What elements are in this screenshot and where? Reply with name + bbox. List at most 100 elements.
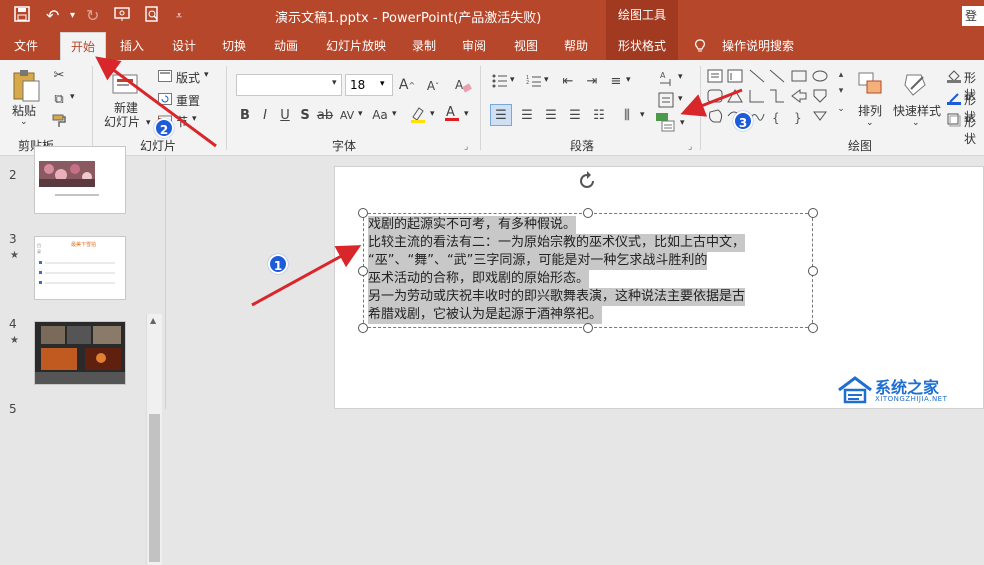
align-text-dropdown-icon[interactable]: ▾ <box>678 94 683 104</box>
new-slide-icon[interactable] <box>108 66 142 100</box>
layout-dropdown-icon[interactable]: ▾ <box>204 70 209 80</box>
tab-home[interactable]: 开始 <box>60 32 106 60</box>
undo-dropdown-icon[interactable]: ▾ <box>70 10 75 21</box>
align-right-icon[interactable]: ☰ <box>540 104 562 126</box>
text-direction-dropdown-icon[interactable]: ▾ <box>678 72 683 82</box>
font-name-combobox[interactable] <box>236 74 342 96</box>
text-line[interactable]: 比较主流的看法有二：一为原始宗教的巫术仪式，比如上古中文， <box>368 234 746 252</box>
tab-file[interactable]: 文件 <box>6 32 46 60</box>
resize-handle-right[interactable] <box>808 266 818 276</box>
slide-thumbnail-4[interactable] <box>34 321 126 385</box>
decrease-indent-icon[interactable]: ⇤ <box>558 72 578 90</box>
resize-handle-top-right[interactable] <box>808 208 818 218</box>
shape-effects-button[interactable]: 形状 <box>964 113 984 147</box>
tell-me-search[interactable]: 操作说明搜索 <box>716 32 800 60</box>
distributed-icon[interactable]: ☷ <box>588 104 610 126</box>
convert-to-smartart-icon[interactable] <box>654 110 678 134</box>
align-left-icon[interactable]: ☰ <box>490 104 512 126</box>
tab-slideshow[interactable]: 幻灯片放映 <box>318 32 394 60</box>
slide-thumbnail-3[interactable]: 最美下雪拍 目 录 <box>34 236 126 300</box>
format-painter-icon[interactable] <box>50 112 68 130</box>
tab-view[interactable]: 视图 <box>506 32 546 60</box>
slide-thumbnail-2[interactable] <box>34 146 126 214</box>
resize-handle-bottom-left[interactable] <box>358 323 368 333</box>
shapes-scroll-up-icon[interactable]: ▴ <box>834 68 848 82</box>
smartart-dropdown-icon[interactable]: ▾ <box>680 118 685 128</box>
shapes-gallery[interactable]: { } <box>706 68 830 132</box>
bullets-dropdown-icon[interactable]: ▾ <box>510 75 515 85</box>
italic-icon[interactable]: I <box>256 106 274 124</box>
quick-styles-button[interactable]: 快速样式 <box>893 102 941 119</box>
decrease-font-size-icon[interactable]: Aˇ <box>424 76 442 96</box>
text-line[interactable]: 戏剧的起源实不可考，有多种假说。 <box>368 216 577 234</box>
scrollbar-thumb[interactable] <box>149 414 160 562</box>
tab-shape-format[interactable]: 形状格式 <box>606 32 678 60</box>
tab-help[interactable]: 帮助 <box>556 32 596 60</box>
section-button[interactable]: 节 <box>176 113 188 130</box>
resize-handle-bottom[interactable] <box>583 323 593 333</box>
font-size-dropdown-icon[interactable]: ▾ <box>380 79 385 89</box>
character-spacing-dropdown-icon[interactable]: ▾ <box>358 109 363 119</box>
tab-insert[interactable]: 插入 <box>112 32 152 60</box>
font-launcher-icon[interactable]: ⌟ <box>464 142 468 152</box>
align-text-icon[interactable] <box>656 90 676 110</box>
font-color-dropdown-icon[interactable]: ▾ <box>464 109 469 119</box>
character-spacing-icon[interactable]: AV <box>336 106 358 124</box>
shape-fill-icon[interactable] <box>946 68 962 84</box>
customize-toolbar-icon[interactable]: ⩡ <box>176 9 182 23</box>
increase-indent-icon[interactable]: ⇥ <box>582 72 602 90</box>
arrange-dropdown-icon[interactable]: ⌄ <box>866 118 874 128</box>
strikethrough-icon[interactable]: ab <box>316 106 334 124</box>
redo-icon[interactable]: ↻ <box>86 6 99 25</box>
rotate-handle-icon[interactable] <box>576 170 598 192</box>
font-color-icon[interactable]: A <box>442 102 462 124</box>
resize-handle-left[interactable] <box>358 266 368 276</box>
increase-font-size-icon[interactable]: A ^ <box>398 74 416 96</box>
justify-icon[interactable]: ☰ <box>564 104 586 126</box>
quick-styles-dropdown-icon[interactable]: ⌄ <box>912 118 920 128</box>
resize-handle-top-left[interactable] <box>358 208 368 218</box>
tab-review[interactable]: 审阅 <box>454 32 494 60</box>
text-line[interactable]: 另一为劳动或庆祝丰收时的即兴歌舞表演，这种说法主要依据是古 <box>368 288 746 306</box>
tab-record[interactable]: 录制 <box>404 32 444 60</box>
tab-design[interactable]: 设计 <box>164 32 204 60</box>
line-spacing-dropdown-icon[interactable]: ▾ <box>626 75 631 85</box>
highlight-dropdown-icon[interactable]: ▾ <box>430 109 435 119</box>
new-slide-button[interactable]: 新建 幻灯片 <box>104 101 140 129</box>
numbering-icon[interactable]: 12 <box>524 72 544 90</box>
shape-effects-icon[interactable] <box>946 112 962 128</box>
arrange-button[interactable]: 排列 <box>858 102 882 119</box>
clear-formatting-icon[interactable]: A <box>452 74 474 96</box>
reset-icon[interactable] <box>157 91 173 107</box>
login-button[interactable]: 登 <box>962 6 984 26</box>
bold-icon[interactable]: B <box>236 106 254 124</box>
new-slide-dropdown-icon[interactable]: ▾ <box>146 118 151 128</box>
bullets-icon[interactable] <box>490 72 510 90</box>
numbering-dropdown-icon[interactable]: ▾ <box>544 75 549 85</box>
tab-animations[interactable]: 动画 <box>266 32 306 60</box>
text-line[interactable]: “巫”、“舞”、“武”三字同源，可能是对一种乞求战斗胜利的 <box>368 252 708 270</box>
text-line[interactable]: 希腊戏剧，它被认为是起源于酒神祭祀。 <box>368 306 603 324</box>
columns-icon[interactable]: ⫼ <box>616 104 638 126</box>
underline-icon[interactable]: U <box>276 106 294 124</box>
layout-button[interactable]: 版式 <box>176 69 200 86</box>
text-direction-icon[interactable]: A <box>656 68 676 88</box>
save-icon[interactable] <box>14 6 30 26</box>
text-line[interactable]: 巫术活动的合称，即戏剧的原始形态。 <box>368 270 590 288</box>
quick-styles-icon[interactable] <box>900 70 930 100</box>
highlight-icon[interactable] <box>408 104 428 124</box>
line-spacing-icon[interactable]: ≡ <box>606 72 626 90</box>
font-name-dropdown-icon[interactable]: ▾ <box>332 78 337 88</box>
change-case-icon[interactable]: Aa <box>370 106 390 124</box>
shapes-more-icon[interactable]: ⌄ <box>834 102 848 116</box>
paragraph-launcher-icon[interactable]: ⌟ <box>688 142 692 152</box>
arrange-icon[interactable] <box>856 70 884 98</box>
shape-outline-icon[interactable] <box>946 90 962 106</box>
copy-dropdown-icon[interactable]: ▾ <box>70 92 75 102</box>
cut-icon[interactable]: ✂ <box>50 66 68 84</box>
paste-icon[interactable] <box>10 68 42 104</box>
text-shadow-icon[interactable]: S <box>296 106 314 124</box>
print-preview-icon[interactable] <box>144 6 160 26</box>
columns-dropdown-icon[interactable]: ▾ <box>640 110 645 120</box>
undo-icon[interactable]: ↶ <box>46 6 59 25</box>
